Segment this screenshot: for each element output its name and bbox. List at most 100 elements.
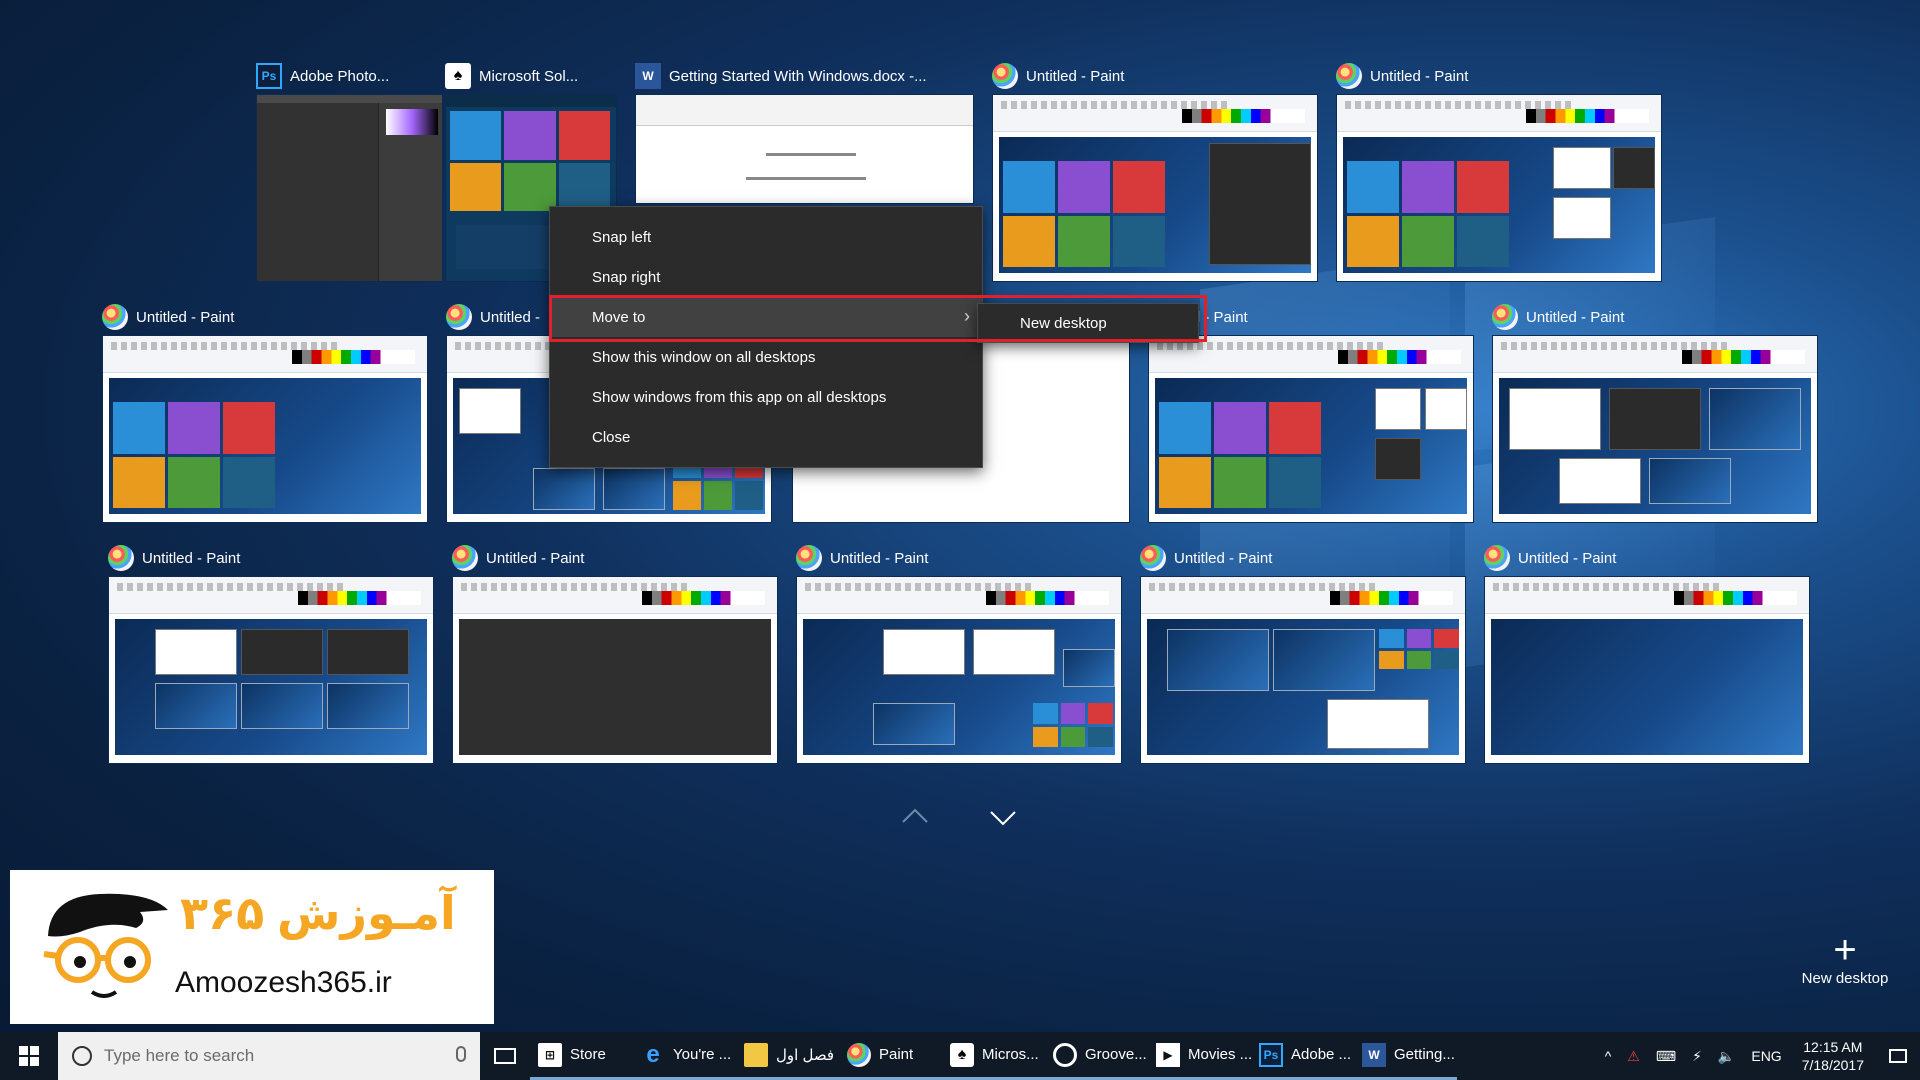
taskbar-app-solitaire[interactable]: ♠ Micros... [942, 1032, 1045, 1080]
window-preview [1492, 335, 1818, 523]
window-title: Untitled - Paint [830, 549, 929, 567]
taskbar-app-edge[interactable]: e You're ... [633, 1032, 736, 1080]
menu-item-close[interactable]: Close [550, 417, 982, 457]
network-icon[interactable]: ⚡ [1684, 1048, 1710, 1065]
chevron-down-icon[interactable] [988, 802, 1018, 832]
volume-icon[interactable]: 🔈 [1710, 1048, 1743, 1065]
menu-item-label: Move to [592, 308, 646, 326]
window-preview [635, 94, 974, 204]
paint-icon [446, 304, 472, 330]
solitaire-icon: ♠ [950, 1042, 974, 1067]
taskbar-app-word[interactable]: W Getting... [1354, 1032, 1457, 1080]
taskbar-app-label: فصل اول [776, 1046, 835, 1064]
window-title: Untitled - Paint [1526, 308, 1625, 326]
action-center-button[interactable] [1876, 1032, 1920, 1080]
menu-item-label: Snap right [592, 268, 661, 286]
photoshop-icon: Ps [256, 63, 282, 89]
paint-icon [452, 545, 478, 571]
taskbar-app-groove[interactable]: Groove... [1045, 1032, 1148, 1080]
brand-logo: آمـوزش ۳۶۵ Amoozesh365.ir [10, 870, 494, 1024]
window-context-menu: Snap left Snap right Move to › Show this… [549, 206, 983, 468]
word-icon: W [635, 63, 661, 89]
paint-icon [796, 545, 822, 571]
edge-icon: e [646, 1040, 660, 1068]
window-preview [102, 335, 428, 523]
paint-icon [1140, 545, 1166, 571]
window-title: Adobe Photo... [290, 67, 390, 85]
chevron-right-icon: › [964, 306, 970, 326]
notification-icon [1889, 1049, 1907, 1063]
taskbar-app-folder[interactable]: فصل اول [736, 1032, 839, 1080]
window-preview [1336, 94, 1662, 282]
taskbar-app-store[interactable]: ⊞ Store [530, 1032, 633, 1080]
window-preview [992, 94, 1318, 282]
window-title: Getting Started With Windows.docx -... [669, 67, 927, 85]
window-preview [796, 576, 1122, 764]
taskbar-app-movies[interactable]: ▶ Movies ... [1148, 1032, 1251, 1080]
menu-item-snap-left[interactable]: Snap left [550, 217, 982, 257]
taskbar-app-photoshop[interactable]: Ps Adobe ... [1251, 1032, 1354, 1080]
movies-icon: ▶ [1156, 1042, 1180, 1067]
new-desktop-button[interactable]: + New desktop [1790, 930, 1900, 990]
folder-icon [744, 1042, 768, 1067]
taskbar-app-paint[interactable]: Paint [839, 1032, 942, 1080]
search-placeholder: Type here to search [104, 1046, 255, 1065]
menu-item-snap-right[interactable]: Snap right [550, 257, 982, 297]
clock-date: 7/18/2017 [1801, 1057, 1864, 1073]
search-box[interactable]: Type here to search [58, 1032, 480, 1080]
language-indicator[interactable]: ENG [1743, 1048, 1789, 1064]
photoshop-icon: Ps [1259, 1042, 1283, 1067]
keyboard-icon[interactable]: ⌨ [1648, 1048, 1684, 1065]
taskbar-app-label: Movies ... [1188, 1046, 1251, 1063]
menu-item-show-window-all-desktops[interactable]: Show this window on all desktops [550, 337, 982, 377]
brand-url: Amoozesh365.ir [175, 966, 392, 999]
taskbar-app-label: Groove... [1085, 1046, 1147, 1063]
window-title: Untitled - Paint [1174, 549, 1273, 567]
window-title: Untitled - Paint [1026, 67, 1125, 85]
store-icon: ⊞ [538, 1042, 562, 1067]
chevron-up-icon[interactable]: ^ [1597, 1048, 1620, 1064]
start-button[interactable] [0, 1032, 58, 1080]
mascot-icon [43, 893, 168, 998]
menu-item-label: Show windows from this app on all deskto… [592, 388, 887, 406]
microphone-icon[interactable] [456, 1046, 466, 1062]
window-title: Microsoft Sol... [479, 67, 579, 85]
paint-icon [1336, 63, 1362, 89]
submenu-item-new-desktop[interactable]: New desktop [977, 303, 1199, 343]
task-view-button[interactable] [480, 1032, 530, 1080]
paint-icon [992, 63, 1018, 89]
brand-persian-text: آمـوزش ۳۶۵ [180, 887, 456, 939]
acrobat-tray-icon[interactable]: ⚠ [1619, 1048, 1648, 1065]
menu-item-label: Show this window on all desktops [592, 348, 816, 366]
window-preview [1148, 335, 1474, 523]
paint-icon [847, 1042, 871, 1067]
menu-item-show-app-all-desktops[interactable]: Show windows from this app on all deskto… [550, 377, 982, 417]
chevron-up-icon[interactable] [900, 802, 930, 832]
groove-icon [1053, 1042, 1077, 1067]
menu-item-label: Snap left [592, 228, 652, 246]
menu-item-move-to[interactable]: Move to › [550, 297, 982, 337]
windows-logo-icon [19, 1046, 39, 1066]
window-title: Untitled - [480, 308, 541, 326]
window-title: Untitled - Paint [486, 549, 585, 567]
window-title: Untitled - Paint [1370, 67, 1469, 85]
taskbar-app-label: Store [570, 1046, 606, 1063]
window-preview [108, 576, 434, 764]
paint-icon [1492, 304, 1518, 330]
menu-item-label: Close [592, 428, 631, 446]
window-preview [1484, 576, 1810, 764]
window-title: Untitled - Paint [136, 308, 235, 326]
taskbar: Type here to search ⊞ Store e You're ...… [0, 1032, 1920, 1080]
window-preview [256, 94, 443, 282]
new-desktop-label: New desktop [1801, 970, 1889, 987]
taskbar-app-label: Adobe ... [1291, 1046, 1352, 1063]
window-title: Untitled - Paint [1518, 549, 1617, 567]
taskbar-app-label: Getting... [1394, 1046, 1455, 1063]
window-preview [1140, 576, 1466, 764]
clock[interactable]: 12:15 AM 7/18/2017 [1790, 1038, 1876, 1074]
paint-icon [108, 545, 134, 571]
task-view-icon [494, 1048, 516, 1064]
taskbar-app-label: Paint [879, 1046, 914, 1063]
taskbar-app-label: You're ... [673, 1046, 732, 1063]
system-tray: ^ ⚠ ⌨ ⚡ 🔈 ENG 12:15 AM 7/18/2017 [1597, 1032, 1920, 1080]
